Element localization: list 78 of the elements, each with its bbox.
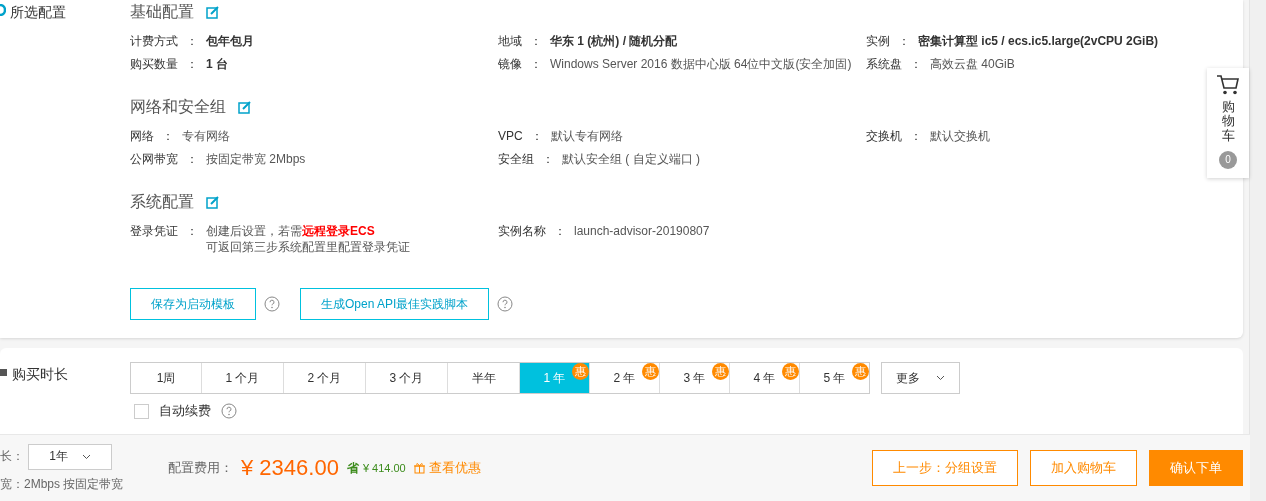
discount-badge: 惠 [642, 363, 659, 380]
field-value: 创建后设置，若需远程登录ECS [206, 223, 376, 239]
discount-badge: 惠 [852, 363, 869, 380]
edit-icon[interactable] [206, 196, 219, 209]
scrollbar[interactable] [1249, 0, 1266, 501]
separator: ： [186, 56, 198, 72]
separator: ： [898, 33, 910, 49]
duration-label: 长： [0, 448, 24, 465]
field-value: 专有网络 [182, 128, 230, 144]
separator: ： [910, 56, 922, 72]
cart-label: 购物车 [1221, 100, 1235, 143]
separator: ： [530, 128, 543, 144]
field-value: 密集计算型 ic5 / ecs.ic5.large(2vCPU 2GiB) [918, 33, 1159, 49]
duration-tab[interactable]: 3 年 惠 [659, 363, 729, 393]
field-label: VPC [498, 128, 523, 144]
section-title: 基础配置 [130, 2, 194, 22]
section-label: 购买时长 [12, 366, 68, 384]
price: ¥ 2346.00 [241, 455, 339, 481]
separator: ： [554, 223, 566, 239]
separator: ： [186, 223, 198, 239]
field-value: Windows Server 2016 数据中心版 64位中文版(安全加固) [550, 56, 852, 72]
separator: ： [186, 33, 198, 49]
field-value: 默认专有网络 [550, 128, 623, 144]
bandwidth-summary: 宽：2Mbps 按固定带宽 [0, 475, 125, 493]
section-label: 所选配置 [10, 4, 66, 22]
discount-badge: 惠 [572, 363, 589, 380]
help-icon[interactable] [264, 296, 280, 312]
duration-tab[interactable]: 5 年 惠 [799, 363, 869, 393]
field-label: 实例名称 [498, 223, 546, 239]
separator: ： [162, 128, 174, 144]
discount-badge: 惠 [782, 363, 799, 380]
cart-widget[interactable]: 购物车 0 [1207, 68, 1249, 178]
discount-badge: 惠 [712, 363, 729, 380]
more-dropdown[interactable]: 更多 [881, 362, 960, 394]
save-amount: ¥ 414.00 [362, 462, 406, 474]
field-value: 高效云盘 40GiB [930, 56, 1015, 72]
field-label: 登录凭证 [130, 223, 178, 239]
field-label: 安全组 [498, 151, 534, 167]
gift-icon [413, 462, 425, 474]
help-icon[interactable] [497, 296, 514, 312]
chevron-icon [81, 453, 91, 460]
field-value: 默认安全组 ( 自定义端口 ) [562, 151, 700, 167]
field-label: 交换机 [866, 128, 902, 144]
field-value: 默认交换机 [930, 128, 990, 144]
field-label: 地域 [498, 33, 522, 49]
separator: ： [530, 33, 542, 49]
save-label: 省 [346, 459, 359, 477]
separator: ： [530, 56, 542, 72]
field-label: 镜像 [498, 56, 522, 72]
duration-tab[interactable]: 4 年 惠 [729, 363, 799, 393]
separator: ： [910, 128, 922, 144]
field-value: 1 台 [206, 56, 228, 72]
field-label: 网络 [130, 128, 154, 144]
field-label: 系统盘 [866, 56, 902, 72]
separator: ： [542, 151, 554, 167]
price-label: 配置费用： [168, 459, 233, 477]
field-label: 实例 [866, 33, 890, 49]
section-title: 系统配置 [130, 192, 194, 212]
cart-icon [1216, 74, 1240, 96]
field-note: 可返回第三步系统配置里配置登录凭证 [206, 239, 410, 255]
field-value: 包年包月 [206, 33, 254, 49]
section-title: 网络和安全组 [130, 97, 226, 117]
help-icon[interactable] [221, 403, 237, 419]
duration-tab[interactable]: 2 年 惠 [589, 363, 659, 393]
duration-select[interactable]: 1年 [28, 443, 112, 470]
field-value: launch-advisor-20190807 [574, 223, 710, 239]
field-label: 计费方式 [130, 33, 178, 49]
chevron-icon [936, 375, 945, 381]
separator: ： [186, 151, 198, 167]
cart-count: 0 [1219, 150, 1237, 169]
edit-icon[interactable] [238, 101, 251, 114]
field-label: 公网带宽 [130, 151, 178, 167]
field-value: 按固定带宽 2Mbps [206, 151, 306, 167]
checkbox[interactable] [134, 403, 149, 419]
edit-icon[interactable] [206, 6, 219, 19]
field-value: 华东 1 (杭州) / 随机分配 [550, 33, 678, 49]
checkbox-label: 自动续费 [159, 402, 211, 420]
field-label: 购买数量 [130, 56, 178, 72]
